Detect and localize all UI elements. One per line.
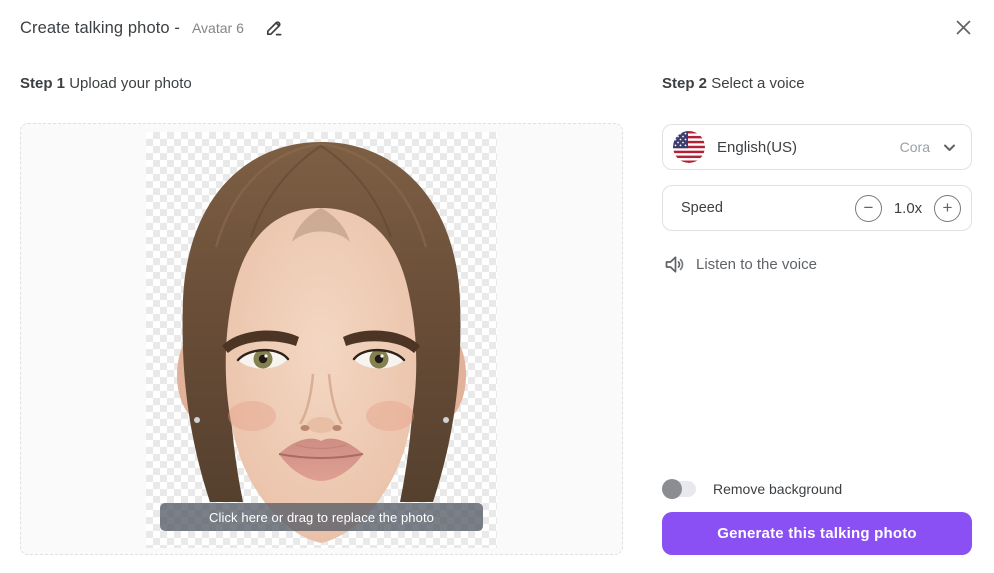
- listen-to-voice-button[interactable]: Listen to the voice: [663, 253, 817, 276]
- replace-photo-button[interactable]: Click here or drag to replace the photo: [160, 503, 483, 531]
- close-icon: [956, 20, 970, 34]
- create-talking-photo-dialog: Create talking photo - Avatar 6 Step 1 U…: [0, 0, 994, 573]
- speed-stepper: − 1.0x +: [855, 194, 961, 222]
- generate-button-label: Generate this talking photo: [717, 525, 917, 542]
- speed-control: Speed − 1.0x +: [662, 185, 972, 231]
- speaker-icon: [665, 256, 684, 273]
- remove-background-toggle[interactable]: [662, 479, 696, 499]
- speed-label: Speed: [681, 200, 723, 216]
- plus-icon: +: [942, 198, 953, 217]
- listen-to-voice-label: Listen to the voice: [696, 256, 817, 273]
- dialog-header: Create talking photo - Avatar 6: [20, 16, 286, 40]
- speed-decrease-button[interactable]: −: [855, 194, 882, 222]
- speed-increase-button[interactable]: +: [934, 194, 961, 222]
- generate-talking-photo-button[interactable]: Generate this talking photo: [662, 512, 972, 555]
- voice-select-dropdown[interactable]: English(US) Cora: [662, 124, 972, 170]
- step2-number: Step 2: [662, 75, 708, 92]
- speed-value: 1.0x: [893, 199, 923, 217]
- edit-avatar-name-button[interactable]: [262, 16, 286, 40]
- avatar-photo[interactable]: Click here or drag to replace the photo: [146, 132, 497, 548]
- remove-background-label: Remove background: [713, 481, 843, 497]
- voice-name-value: Cora: [899, 139, 930, 155]
- remove-background-row: Remove background: [662, 479, 842, 499]
- pencil-icon: [266, 21, 282, 36]
- step2-heading: Step 2 Select a voice: [662, 75, 805, 92]
- minus-icon: −: [863, 198, 874, 217]
- close-button[interactable]: [953, 17, 973, 37]
- step1-heading: Step 1 Upload your photo: [20, 75, 192, 92]
- step1-number: Step 1: [20, 75, 66, 92]
- step1-text: Upload your photo: [69, 75, 192, 92]
- avatar-name-label: Avatar 6: [191, 20, 244, 36]
- replace-photo-label: Click here or drag to replace the photo: [208, 509, 435, 525]
- step2-text: Select a voice: [711, 75, 805, 92]
- woman-portrait-image: [177, 142, 466, 543]
- upload-dropzone[interactable]: Click here or drag to replace the photo: [20, 123, 623, 555]
- voice-language-label: English(US): [717, 138, 798, 156]
- us-flag-icon: [673, 131, 705, 163]
- page-title: Create talking photo -: [20, 18, 180, 37]
- chevron-down-icon: [944, 144, 955, 151]
- toggle-knob: [662, 479, 682, 499]
